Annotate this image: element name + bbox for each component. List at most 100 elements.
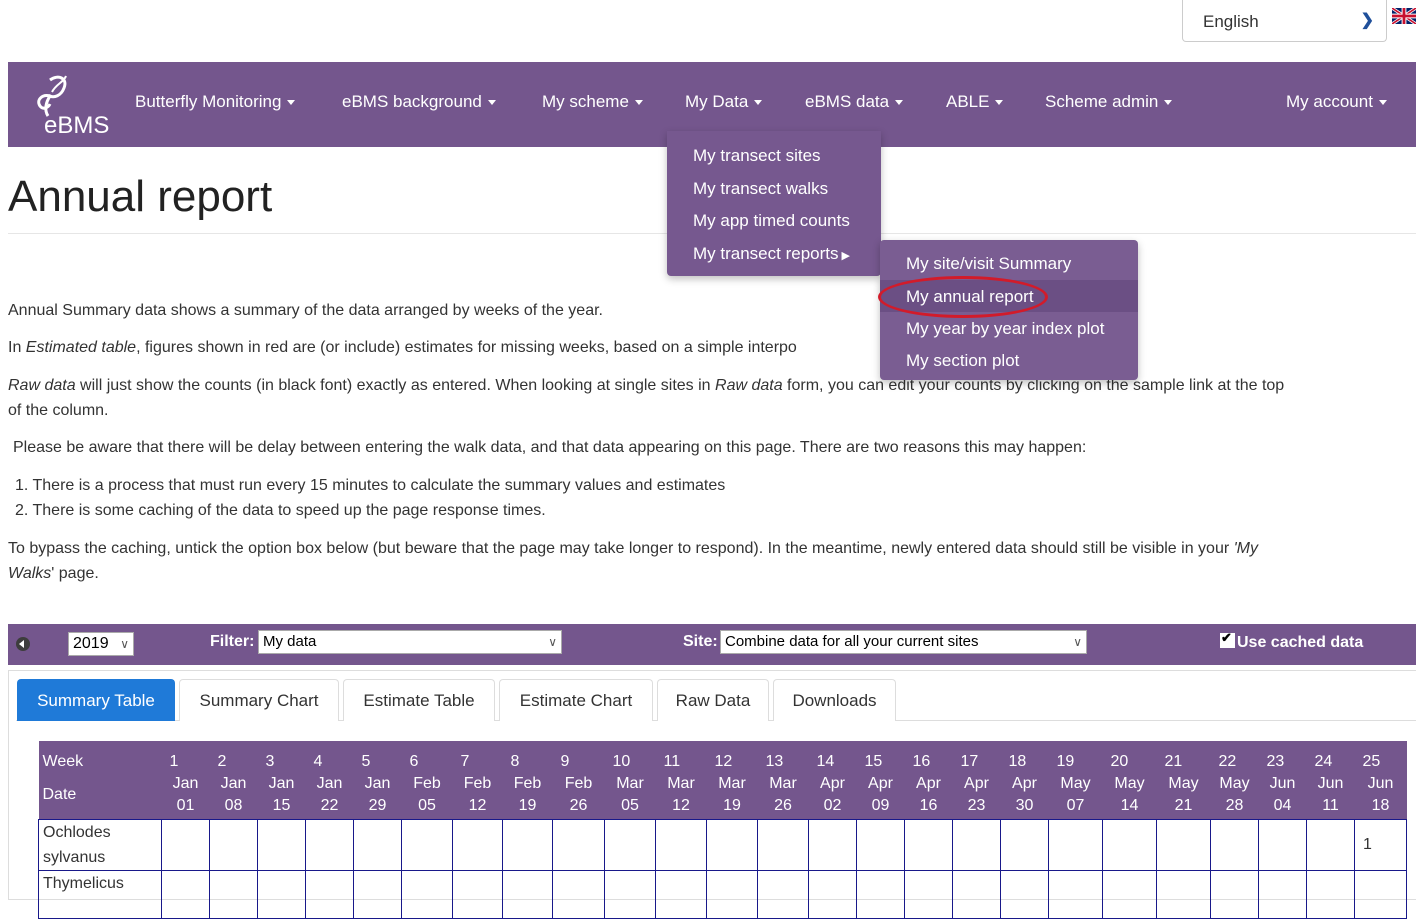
date-day: 12 — [468, 796, 487, 814]
count-cell — [452, 818, 503, 871]
date-month: Feb — [413, 774, 441, 792]
bypass-paragraph-cont: Walks' page. — [8, 561, 99, 586]
raw-data-paragraph-cont: of the column. — [8, 402, 109, 419]
brand-text: eBMS — [44, 112, 110, 139]
week-number: 1 — [161, 741, 210, 771]
ebms-logo[interactable]: eBMS — [28, 72, 118, 139]
date-cell: Jan 22 — [305, 771, 354, 819]
date-month: Apr — [868, 774, 893, 792]
nav-label: eBMS data — [805, 92, 890, 111]
submenu-item-site-visit-summary[interactable]: My site/visit Summary — [906, 254, 1071, 274]
count-cell — [604, 818, 656, 871]
menu-item-transect-sites[interactable]: My transect sites — [693, 146, 821, 166]
nav-ebms-background[interactable]: eBMS background — [342, 92, 496, 112]
summary-table: Week 1 2 3 4 5 6 7 8 9 10 11 12 13 14 15 16 17 18 19 20 21 22 2… — [38, 741, 1407, 919]
chevron-down-icon: ∨ — [1073, 635, 1082, 649]
caret-down-icon — [1378, 100, 1387, 106]
count-cell — [1306, 818, 1355, 871]
chevron-down-icon: ∨ — [120, 637, 129, 651]
submenu-item-section-plot[interactable]: My section plot — [906, 351, 1019, 371]
text: In — [8, 339, 26, 356]
count-cell — [808, 869, 857, 919]
week-number: 4 — [305, 741, 354, 771]
date-cell: May 21 — [1156, 771, 1211, 819]
count-cell — [353, 869, 402, 919]
count-cell — [1156, 869, 1211, 919]
nav-ebms-data[interactable]: eBMS data — [805, 92, 904, 112]
nav-my-scheme[interactable]: My scheme — [542, 92, 643, 112]
nav-butterfly-monitoring[interactable]: Butterfly Monitoring — [135, 92, 296, 112]
menu-item-transect-reports[interactable]: My transect reports ▶ — [693, 244, 850, 264]
count-cell — [808, 818, 857, 871]
caret-right-icon: ▶ — [841, 250, 850, 262]
date-month: Jan — [316, 774, 343, 792]
nav-label: My scheme — [542, 92, 629, 111]
filter-select[interactable]: My data ∨ — [258, 630, 562, 654]
emphasis: Raw data — [8, 377, 76, 394]
date-month: Apr — [964, 774, 989, 792]
language-select[interactable]: English ❯ — [1182, 0, 1387, 42]
list-item: 2. There is some caching of the data to … — [15, 502, 546, 519]
caret-down-icon — [487, 100, 496, 106]
count-cell — [401, 869, 453, 919]
use-cached-data-toggle[interactable]: Use cached data — [1220, 630, 1363, 652]
count-cell — [1306, 869, 1355, 919]
nav-scheme-admin[interactable]: Scheme admin — [1045, 92, 1173, 112]
date-day: 21 — [1174, 796, 1193, 814]
count-cell — [305, 869, 354, 919]
header-row-week: Week 1 2 3 4 5 6 7 8 9 10 11 12 13 14 15 16 17 18 19 20 21 22 2… — [38, 741, 1407, 771]
date-day: 26 — [774, 796, 792, 814]
date-cell: Mar 12 — [655, 771, 707, 819]
checkbox-checked-icon[interactable] — [1220, 630, 1235, 648]
count-cell — [655, 869, 707, 919]
date-day: 14 — [1120, 796, 1139, 814]
tab-estimate-table[interactable]: Estimate Table — [343, 679, 495, 721]
tab-summary-chart[interactable]: Summary Chart — [179, 679, 339, 721]
date-month: Mar — [718, 774, 746, 792]
count-cell — [904, 818, 953, 871]
count-cell — [856, 818, 905, 871]
count-cell — [856, 869, 905, 919]
nav-my-account[interactable]: My account — [1286, 92, 1387, 112]
date-month: Jun — [1317, 774, 1344, 792]
text: will just show the counts (in black font… — [75, 377, 716, 394]
menu-item-transect-walks[interactable]: My transect walks — [693, 179, 828, 199]
date-cell: Jan 01 — [161, 771, 210, 819]
list-item: 1. There is a process that must run ever… — [15, 477, 726, 494]
menu-item-app-timed-counts[interactable]: My app timed counts — [693, 211, 850, 231]
week-number: 20 — [1102, 741, 1157, 771]
week-number: 11 — [655, 741, 707, 771]
year-select[interactable]: 2019 ∨ — [68, 632, 134, 656]
count-cell — [452, 869, 503, 919]
nav-able[interactable]: ABLE — [946, 92, 1004, 112]
date-day: 19 — [518, 796, 537, 814]
date-day: 18 — [1371, 796, 1390, 814]
nav-label: My Data — [685, 92, 749, 111]
estimated-table-paragraph: In Estimated table, figures shown in red… — [8, 335, 797, 360]
date-day: 16 — [919, 796, 938, 814]
date-day: 30 — [1015, 796, 1034, 814]
emphasis: Estimated table — [25, 339, 137, 356]
date-month: Jan — [172, 774, 199, 792]
date-cell: Jan 15 — [257, 771, 306, 819]
nav-my-data[interactable]: My Data — [685, 92, 763, 112]
text: , figures shown in red are (or include) … — [136, 339, 797, 356]
date-month: Jun — [1269, 774, 1296, 792]
uk-flag-icon[interactable] — [1392, 8, 1416, 24]
count-cell — [1000, 869, 1049, 919]
tab-summary-table[interactable]: Summary Table — [17, 679, 175, 721]
page-title: Annual report — [8, 172, 273, 221]
site-select[interactable]: Combine data for all your current sites ∨ — [720, 630, 1087, 654]
tab-downloads[interactable]: Downloads — [773, 679, 896, 721]
count-cell — [502, 818, 553, 871]
date-cell: Feb 05 — [401, 771, 453, 819]
submenu-item-year-index-plot[interactable]: My year by year index plot — [906, 319, 1104, 339]
tab-raw-data[interactable]: Raw Data — [657, 679, 769, 721]
previous-year-icon[interactable] — [16, 637, 30, 651]
tab-estimate-chart[interactable]: Estimate Chart — [499, 679, 653, 721]
highlight-annotation-oval — [878, 276, 1048, 318]
date-month: Apr — [820, 774, 845, 792]
count-cell — [952, 818, 1001, 871]
site-label: Site: — [683, 633, 718, 650]
count-cell — [1048, 818, 1103, 871]
